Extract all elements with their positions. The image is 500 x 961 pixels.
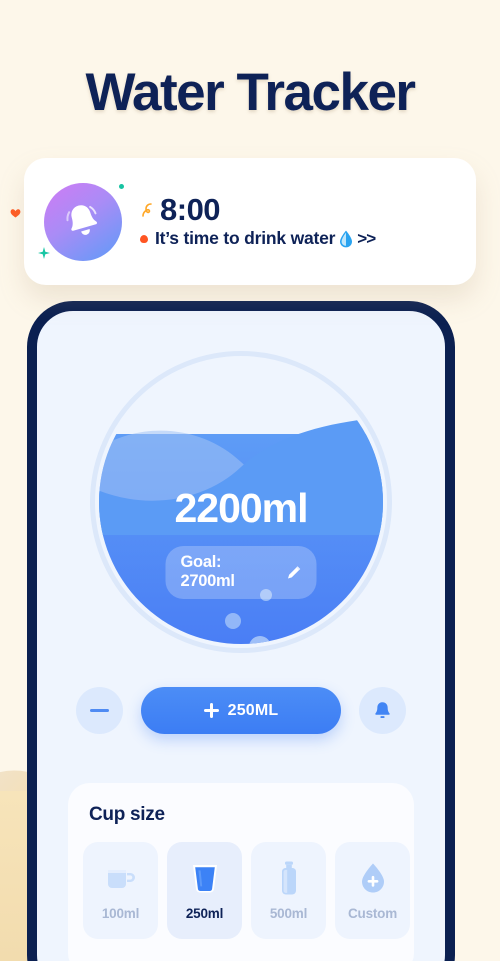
orange-heart-icon	[10, 209, 21, 218]
water-drop-emoji	[340, 230, 353, 248]
notification-message-row: It’s time to drink water >>	[140, 228, 376, 249]
decrease-button[interactable]	[76, 687, 123, 734]
notification-text-block: 8:00 It’s time to drink water >>	[140, 191, 376, 250]
bell-icon	[66, 204, 98, 235]
minus-icon	[90, 709, 109, 712]
cup-size-grid: 100ml 250ml 500ml Custom	[83, 842, 414, 939]
pencil-icon[interactable]	[287, 565, 302, 580]
phone-mockup: 2200ml Goal: 2700ml 250ML Cup size 100ml…	[27, 301, 455, 961]
notification-message: It’s time to drink water	[155, 228, 336, 249]
cup-size-card: Cup size 100ml 250ml 500ml Custom	[68, 783, 414, 961]
bubble	[225, 613, 241, 629]
cup-size-title: Cup size	[89, 804, 165, 825]
page-title: Water Tracker	[85, 63, 416, 122]
add-water-label: 250ML	[227, 701, 279, 719]
cup-size-option-500ml[interactable]: 500ml	[251, 842, 326, 939]
cup-size-option-250ml[interactable]: 250ml	[167, 842, 242, 939]
bottle-icon	[272, 860, 306, 896]
notification-time-row: 8:00	[140, 191, 375, 227]
cup-size-label: Custom	[347, 906, 398, 921]
cup-size-option-100ml[interactable]: 100ml	[83, 842, 158, 939]
plus-icon	[203, 703, 219, 718]
orange-swirl-icon	[142, 203, 152, 217]
reminder-button[interactable]	[359, 687, 406, 734]
water-progress-circle: 2200ml Goal: 2700ml	[90, 351, 392, 653]
cup-size-label: 500ml	[269, 906, 308, 921]
action-row: 250ML	[37, 687, 445, 734]
orange-dot-icon	[140, 234, 148, 243]
notification-chevrons: >>	[357, 228, 376, 248]
teal-sparkle-icon	[38, 247, 50, 259]
cup-size-label: 100ml	[101, 906, 140, 921]
notification-message-wrap: It’s time to drink water >>	[155, 228, 376, 249]
water-amount: 2200ml	[174, 485, 308, 531]
notification-time: 8:00	[160, 191, 221, 227]
teal-dot-icon	[119, 184, 124, 189]
bell-icon	[375, 702, 390, 718]
mug-icon	[104, 860, 138, 896]
goal-label: Goal: 2700ml	[180, 553, 235, 590]
cup-size-option-custom[interactable]: Custom	[335, 842, 410, 939]
cup-size-label: 250ml	[185, 906, 224, 921]
droplet-plus-icon	[356, 860, 390, 896]
goal-pill[interactable]: Goal: 2700ml	[165, 546, 317, 599]
add-water-button[interactable]: 250ML	[141, 687, 341, 734]
notification-bell-avatar	[44, 182, 122, 261]
notification-card[interactable]: 8:00 It’s time to drink water >>	[24, 158, 476, 285]
cup-icon	[188, 860, 222, 896]
background-decoration-tan-strip	[0, 791, 28, 961]
